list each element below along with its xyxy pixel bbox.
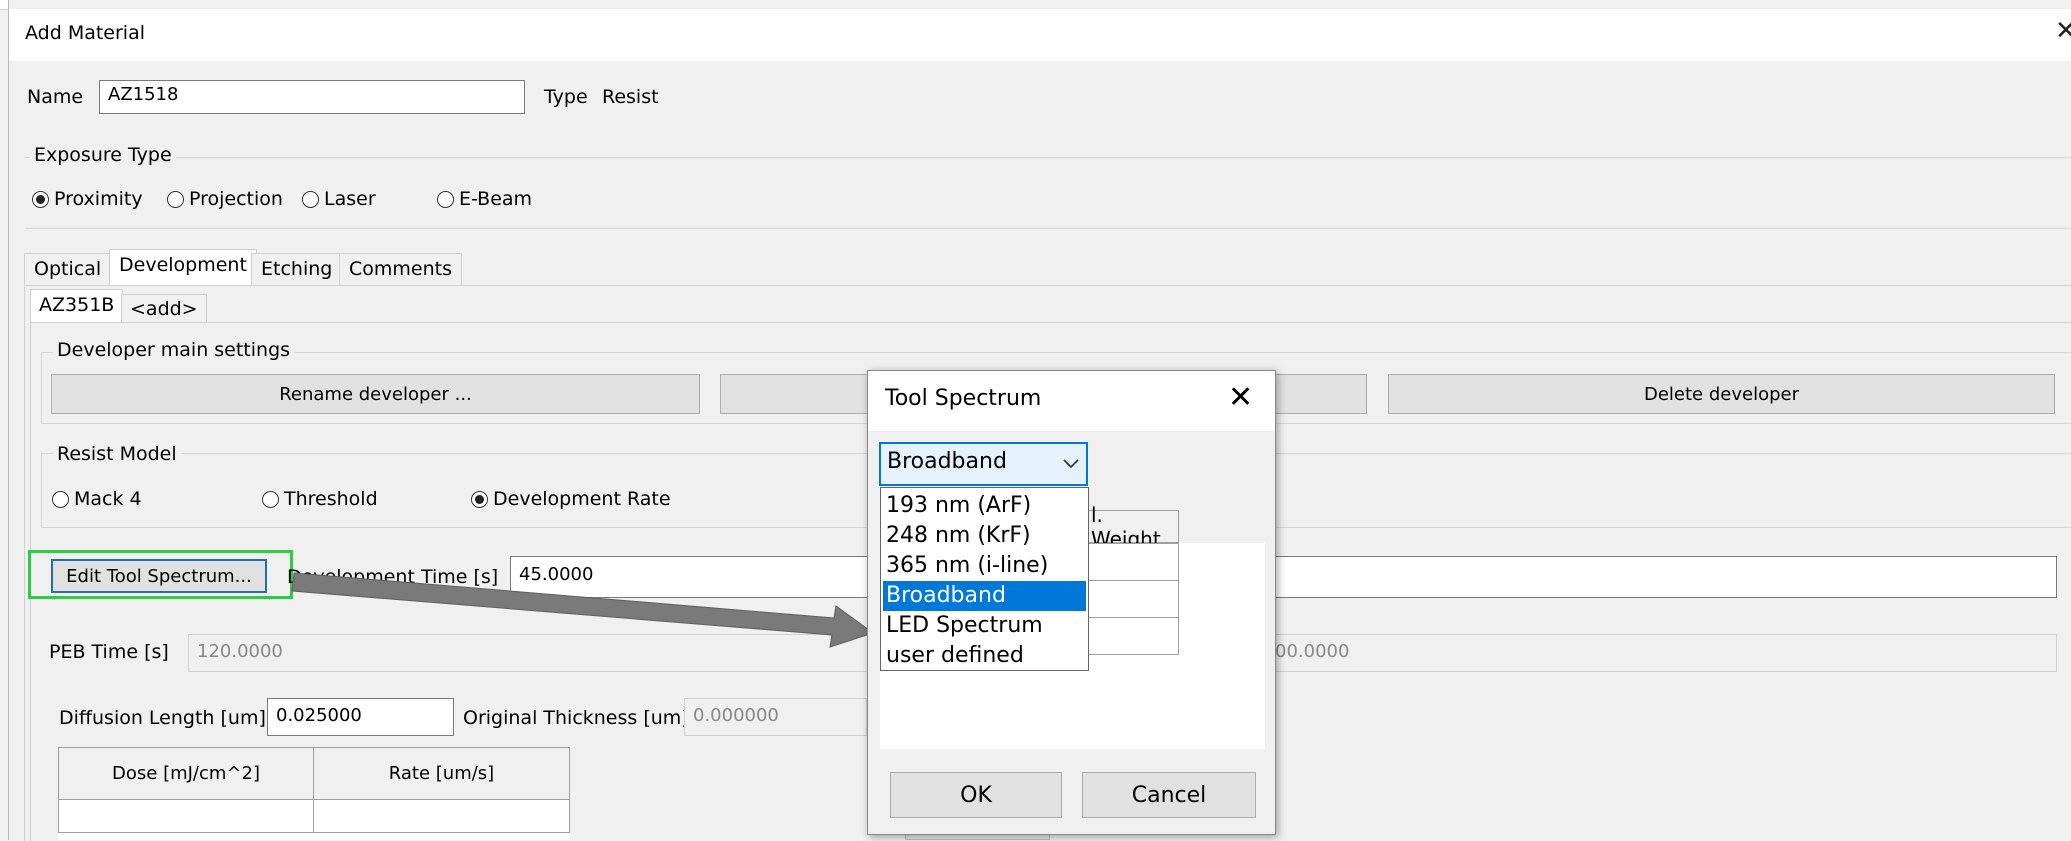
dialog-title: Tool Spectrum <box>885 386 1042 411</box>
spectrum-dropdown-list: 193 nm (ArF) 248 nm (KrF) 365 nm (i-line… <box>880 487 1089 671</box>
list-item[interactable]: 365 nm (i-line) <box>883 551 1086 581</box>
list-item-selected[interactable]: Broadband <box>883 581 1086 611</box>
spectrum-combo[interactable]: Broadband <box>879 442 1088 486</box>
dialog-close-icon[interactable]: ✕ <box>1228 380 1253 415</box>
weight-cell[interactable] <box>1088 617 1179 655</box>
cancel-button[interactable]: Cancel <box>1082 772 1256 818</box>
list-item[interactable]: user defined <box>883 641 1086 671</box>
weight-cell[interactable] <box>1088 580 1179 618</box>
ok-button[interactable]: OK <box>890 772 1062 818</box>
list-item[interactable]: 248 nm (KrF) <box>883 521 1086 551</box>
chevron-down-icon <box>1063 459 1079 469</box>
list-item[interactable]: LED Spectrum <box>883 611 1086 641</box>
list-item[interactable]: 193 nm (ArF) <box>883 491 1086 521</box>
weight-header: l. Weight <box>1088 503 1179 551</box>
weight-cell[interactable] <box>1088 543 1179 581</box>
